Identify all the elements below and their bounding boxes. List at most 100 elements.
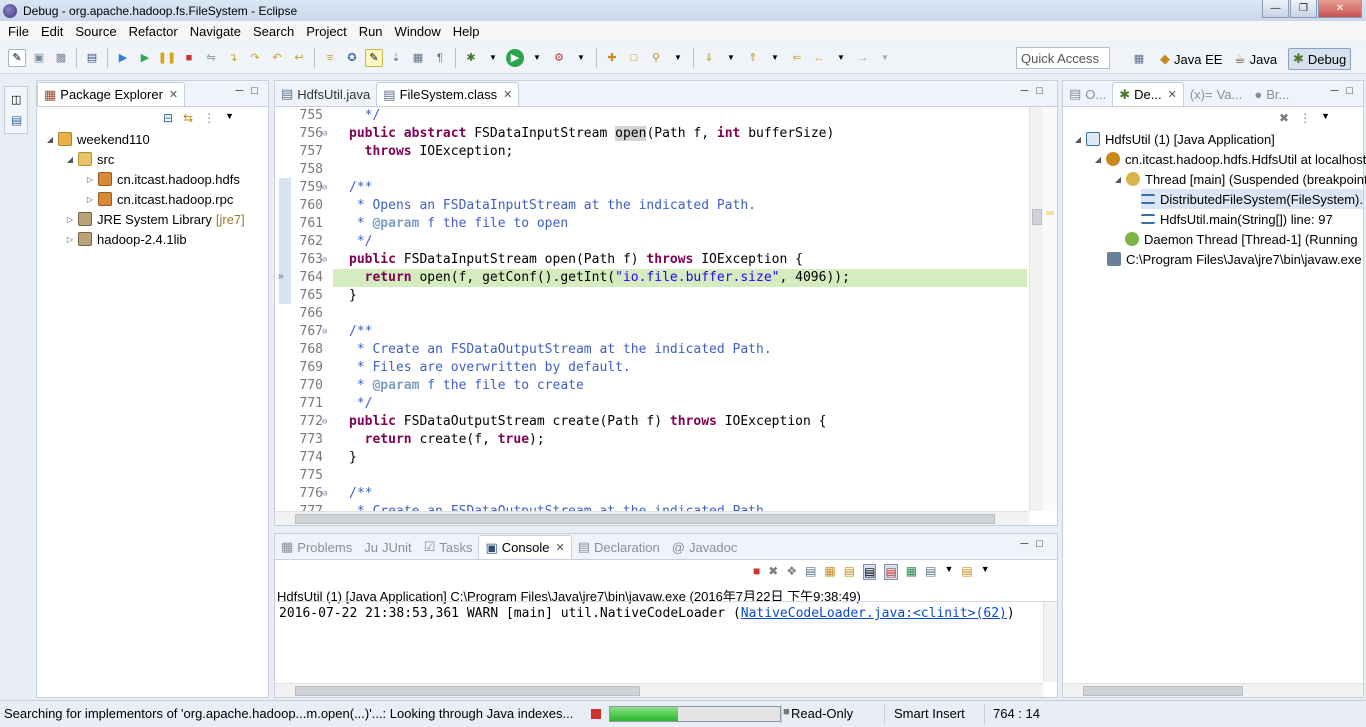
dropdown-arrow-icon[interactable]: ▼ [876, 49, 894, 67]
close-icon[interactable]: ✕ [169, 88, 178, 101]
expanded-arrow-icon[interactable]: ◢ [1093, 155, 1103, 164]
scroll-lock-icon[interactable]: ▦ [824, 564, 835, 580]
perspective-java[interactable]: ☕ Java [1234, 48, 1277, 70]
dropdown-arrow-icon[interactable]: ▼ [484, 49, 502, 67]
close-button[interactable]: ✕ [1318, 0, 1362, 18]
debug-tree-stack-frame[interactable]: HdfsUtil.main(String[]) line: 97 [1141, 209, 1333, 229]
tab-hdfsutil-java[interactable]: ▤ HdfsUtil.java [275, 82, 376, 106]
debug-tree-thread[interactable]: Daemon Thread [Thread-1] (Running [1125, 229, 1358, 249]
minimize-view-icon[interactable]: ─ [1021, 85, 1029, 97]
dropdown-arrow-icon[interactable]: ▼ [669, 49, 687, 67]
back-arrow-icon[interactable]: ← [810, 49, 828, 67]
tab-filesystem-class[interactable]: ▤ FileSystem.class ✕ [376, 82, 520, 106]
debug-tree-launch[interactable]: ◢ HdfsUtil (1) [Java Application] [1073, 129, 1275, 149]
perspective-debug[interactable]: ✱ Debug [1288, 48, 1352, 70]
open-type-icon[interactable]: □ [625, 49, 643, 67]
scrollbar-thumb[interactable] [295, 686, 640, 696]
clear-console-icon[interactable]: ▤ [805, 564, 816, 580]
link-with-editor-icon[interactable]: ⇆ [183, 111, 193, 125]
perspective-java-ee[interactable]: ◆ Java EE [1160, 48, 1222, 70]
suspend-icon[interactable]: ❚❚ [158, 49, 176, 67]
maximize-view-icon[interactable]: □ [1036, 538, 1043, 550]
step-over-icon[interactable]: ↷ [246, 49, 264, 67]
menu-help[interactable]: Help [447, 24, 486, 39]
dropdown-arrow-icon[interactable]: ▼ [572, 49, 590, 67]
menu-source[interactable]: Source [69, 24, 122, 39]
scrollbar-thumb[interactable] [1032, 209, 1042, 225]
tab-breakpoints[interactable]: ● Br... [1248, 82, 1295, 106]
tab-tasks[interactable]: ☑ Tasks [418, 535, 479, 559]
debug-tree-stack-frame[interactable]: DistributedFileSystem(FileSystem). [1141, 189, 1363, 209]
tree-item-package[interactable]: ▷ cn.itcast.hadoop.rpc [85, 189, 233, 209]
tree-item-library[interactable]: ▷ hadoop-2.4.1lib [65, 229, 187, 249]
restore-icon[interactable]: ◫ [11, 93, 21, 106]
disconnect-icon[interactable]: ⇋ [202, 49, 220, 67]
chevron-down-icon[interactable]: ▼ [1321, 111, 1330, 125]
new-java-project-icon[interactable]: ✚ [603, 49, 621, 67]
console-stack-link[interactable]: NativeCodeLoader.java:<clinit>(62) [741, 606, 1007, 621]
terminate-icon[interactable]: ■ [180, 49, 198, 67]
minimize-view-icon[interactable]: ─ [1021, 538, 1029, 550]
expanded-arrow-icon[interactable]: ◢ [1113, 175, 1123, 184]
scrollbar-thumb[interactable] [295, 514, 995, 524]
remove-all-launches-icon[interactable]: ❖ [786, 564, 797, 580]
remove-launch-icon[interactable]: ✖ [768, 564, 778, 580]
dropdown-arrow-icon[interactable]: ▼ [528, 49, 546, 67]
collapsed-arrow-icon[interactable]: ▷ [65, 235, 75, 244]
close-icon[interactable]: ✕ [1168, 88, 1177, 101]
menu-project[interactable]: Project [300, 24, 352, 39]
remove-terminated-icon[interactable]: ✖ [1279, 111, 1289, 125]
menu-search[interactable]: Search [247, 24, 300, 39]
forward-arrow-icon[interactable]: → [854, 49, 872, 67]
tab-javadoc[interactable]: @ Javadoc [666, 535, 744, 559]
maximize-view-icon[interactable]: □ [1346, 85, 1353, 97]
tab-declaration[interactable]: ▤ Declaration [572, 535, 666, 559]
show-on-output-icon[interactable]: ▤ [863, 564, 877, 580]
package-explorer-icon[interactable]: ▤ [11, 113, 22, 127]
menu-run[interactable]: Run [353, 24, 389, 39]
chevron-down-icon[interactable]: ▼ [944, 564, 953, 580]
block-selection-icon[interactable]: ▦ [409, 49, 427, 67]
tree-item-package[interactable]: ▷ cn.itcast.hadoop.hdfs [85, 169, 240, 189]
drop-to-frame-icon[interactable]: ↩ [290, 49, 308, 67]
open-console-icon[interactable]: ▤ [961, 564, 972, 580]
debug-tree-thread[interactable]: ◢ Thread [main] (Suspended (breakpoint [1113, 169, 1366, 189]
debug-tree-vm[interactable]: ◢ cn.itcast.hadoop.hdfs.HdfsUtil at loca… [1093, 149, 1366, 169]
minimize-button[interactable]: — [1262, 0, 1289, 18]
maximize-button[interactable]: ❐ [1290, 0, 1317, 18]
dropdown-arrow-icon[interactable]: ▼ [766, 49, 784, 67]
next-edit-icon[interactable]: ⇓ [700, 49, 718, 67]
scrollbar-thumb[interactable] [1083, 686, 1243, 696]
progress-cancel-icon[interactable]: ■ [783, 706, 790, 718]
external-tools-icon[interactable]: ⚙ [550, 49, 568, 67]
save-all-icon[interactable]: ▩ [52, 49, 70, 67]
word-wrap-icon[interactable]: ▤ [844, 564, 855, 580]
code-area[interactable]: 755 */ 756 ⊖ public abstract FSDataInputSt… [275, 107, 1043, 511]
close-icon[interactable]: ✕ [555, 541, 564, 554]
editor-vertical-scrollbar[interactable] [1029, 107, 1043, 511]
mark-occurrences-icon[interactable]: ✎ [365, 48, 383, 67]
tab-junit[interactable]: Ju JUnit [358, 535, 417, 559]
collapse-all-icon[interactable]: ⊟ [163, 111, 173, 125]
collapsed-arrow-icon[interactable]: ▷ [85, 195, 95, 204]
dropdown-arrow-icon[interactable]: ▼ [722, 49, 740, 67]
use-step-filters-icon[interactable]: ≡ [321, 49, 339, 67]
dropdown-arrow-icon[interactable]: ▼ [832, 49, 850, 67]
show-on-error-icon[interactable]: ▤ [884, 564, 898, 580]
console-vertical-scrollbar[interactable] [1043, 602, 1057, 682]
terminate-icon[interactable]: ■ [753, 564, 760, 580]
maximize-view-icon[interactable]: □ [1036, 85, 1043, 97]
resume-icon[interactable]: ▶ [136, 49, 154, 67]
menu-navigate[interactable]: Navigate [184, 24, 247, 39]
tab-problems[interactable]: ▦ Problems [275, 535, 358, 559]
search-icon[interactable]: ⚲ [647, 49, 665, 67]
previous-edit-icon[interactable]: ⇑ [744, 49, 762, 67]
quick-access-input[interactable]: Quick Access [1016, 47, 1110, 69]
run-icon[interactable]: ▶ [506, 48, 524, 67]
back-icon[interactable]: ⇐ [788, 49, 806, 67]
display-console-icon[interactable]: ▤ [925, 564, 936, 580]
menu-window[interactable]: Window [389, 24, 447, 39]
toggle-breakpoint-icon[interactable]: ✪ [343, 49, 361, 67]
open-perspective-icon[interactable]: ▦ [1130, 49, 1148, 67]
step-into-icon[interactable]: ↴ [224, 49, 242, 67]
